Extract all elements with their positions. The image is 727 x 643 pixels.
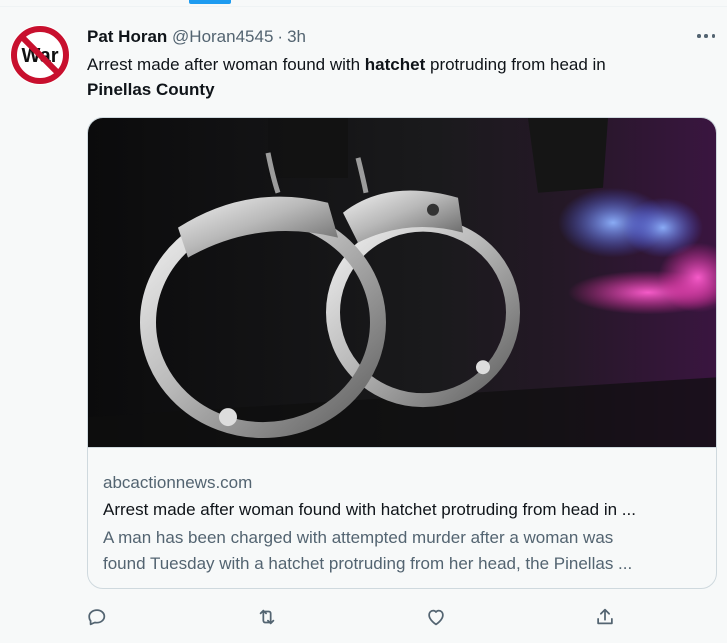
card-description-line: found Tuesday with a hatchet protruding … <box>103 554 633 573</box>
more-dot-icon <box>704 34 708 38</box>
tweet-text-part: protruding from head in <box>425 55 606 74</box>
like-button[interactable] <box>423 604 449 630</box>
tweet-text-bold: hatchet <box>364 55 426 74</box>
more-dot-icon <box>697 34 701 38</box>
tweet-text-bold: Pinellas County <box>87 80 215 99</box>
handcuffs-image <box>88 118 716 448</box>
no-war-avatar-icon: War <box>10 25 70 85</box>
timestamp[interactable]: 3h <box>287 27 306 46</box>
active-tab-indicator <box>189 0 231 4</box>
retweet-icon <box>259 609 275 625</box>
share-icon <box>597 608 613 625</box>
like-icon <box>428 609 444 626</box>
author-name[interactable]: Pat Horan <box>87 27 167 46</box>
retweet-button[interactable] <box>254 604 280 630</box>
reply-button[interactable] <box>84 604 110 630</box>
reply-icon <box>88 609 106 626</box>
tweet-text-part: Arrest made after woman found with <box>87 55 365 74</box>
separator: · <box>277 27 284 46</box>
tweet-header: Pat Horan @Horan4545 · 3h <box>87 26 306 48</box>
card-title: Arrest made after woman found with hatch… <box>103 500 636 519</box>
more-options-button[interactable] <box>694 27 718 45</box>
share-button[interactable] <box>592 604 618 630</box>
card-domain: abcactionnews.com <box>103 473 253 492</box>
more-dot-icon <box>711 34 715 38</box>
card-description: A man has been charged with attempted mu… <box>103 525 703 577</box>
card-description-line: A man has been charged with attempted mu… <box>103 528 614 547</box>
tweet-text: Arrest made after woman found with hatch… <box>87 52 707 102</box>
divider <box>0 6 727 7</box>
author-handle[interactable]: @Horan4545 <box>172 27 273 46</box>
tweet-actions <box>0 604 727 632</box>
avatar[interactable]: War <box>10 25 70 85</box>
link-card[interactable]: abcactionnews.com Arrest made after woma… <box>87 117 717 589</box>
